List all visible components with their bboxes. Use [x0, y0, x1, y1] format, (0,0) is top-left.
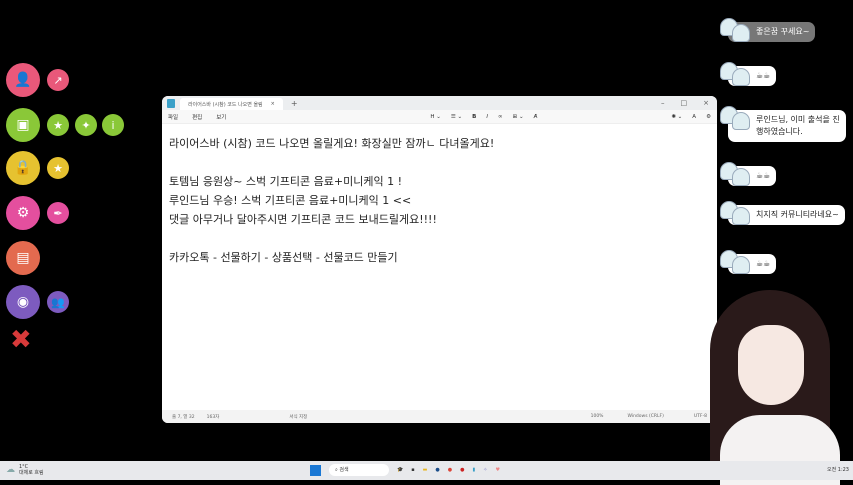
clock[interactable]: 오전 1:23 — [827, 466, 849, 473]
weather-desc: 대체로 흐림 — [19, 470, 44, 476]
chat-text: ☕☕ — [756, 171, 771, 180]
chat-message: 치지직 커뮤니티라네요~ — [720, 201, 845, 225]
chat-text: ☕☕ — [756, 71, 771, 80]
status-bar: 줄 7, 열 32 163자 서식 지정 100% Windows (CRLF)… — [162, 410, 717, 423]
cursor-position: 줄 7, 열 32 — [172, 414, 195, 420]
menu-view[interactable]: 보기 — [216, 113, 226, 121]
settings-icon[interactable]: ⚙ — [706, 114, 711, 120]
text-line: 라이어스바 (시참) 코드 나오면 올릴게요! 화장실만 잠까ㄴ 다녀올게요! — [169, 137, 495, 150]
app-icon[interactable]: 🎓 — [397, 467, 403, 473]
list-icon[interactable]: ☰ ⌄ — [451, 114, 462, 120]
app3-icon[interactable]: ✧ — [483, 467, 487, 473]
chat-text: 치지직 커뮤니티라네요~ — [756, 210, 839, 219]
line-ending[interactable]: Windows (CRLF) — [627, 414, 663, 419]
menu-file[interactable]: 파일 — [168, 113, 178, 121]
taskview-icon[interactable]: ▪ — [411, 467, 414, 473]
notepad-icon — [167, 98, 175, 108]
chat-message: ☕☕ — [720, 250, 777, 274]
copilot-icon[interactable]: ✺ ⌄ — [671, 114, 682, 120]
account-icon[interactable]: A — [692, 114, 696, 120]
star2-icon[interactable]: ★ — [47, 157, 69, 179]
lock-icon[interactable]: 🔒 — [6, 151, 40, 185]
search-box[interactable]: ⌕ 검색 — [329, 464, 389, 476]
text-line: 댓글 아무거나 달아주시면 기프티콘 코드 보내드릴게요!!!! — [169, 213, 437, 226]
image-icon[interactable]: ▣ — [6, 108, 40, 142]
format-status: 서식 지정 — [289, 414, 308, 420]
ghost-icon — [732, 207, 750, 225]
feather-icon[interactable]: ✒ — [47, 202, 69, 224]
group-icon[interactable]: 👥 — [47, 291, 69, 313]
ghost-icon — [732, 24, 750, 42]
chat-text: ☕☕ — [756, 259, 771, 268]
info-icon[interactable]: i — [102, 114, 124, 136]
chat-message: ☕☕ — [720, 162, 777, 186]
avatar-character — [690, 285, 853, 485]
chat-text: 좋은꿈 꾸세요~ — [756, 27, 810, 36]
chat-text: 루인드님, 이미 출석을 진행하였습니다. — [756, 115, 840, 136]
chat-message: 루인드님, 이미 출석을 진행하였습니다. — [720, 106, 846, 142]
text-line: 루인드님 우승! 스벅 기프티콘 음료+미니케익 1 << — [169, 194, 412, 207]
gear-icon[interactable]: ⚙ — [6, 196, 40, 230]
weather-widget[interactable]: ☁ 1°C 대체로 흐림 — [6, 464, 44, 476]
ghost-icon — [732, 68, 750, 86]
chat-message: ☕☕ — [720, 62, 777, 86]
app2-icon[interactable]: ● — [460, 467, 464, 473]
notepad-window: 라이어스바 (시참) 코드 나오면 올림 × + – □ × 파일 편집 보기 H ⌄… — [162, 96, 717, 423]
close-button[interactable]: × — [703, 99, 709, 107]
taskbar: ☁ 1°C 대체로 흐림 ⌕ 검색 🎓 ▪ ▬ ● ● ● ▮ ✧ ♥ 오전 1:23 — [0, 461, 853, 480]
heading-icon[interactable]: H ⌄ — [430, 114, 441, 120]
cloud-icon: ☁ — [6, 465, 15, 475]
table-icon[interactable]: ⊞ ⌄ — [513, 114, 524, 120]
app4-icon[interactable]: ♥ — [495, 467, 499, 473]
text-area[interactable]: 라이어스바 (시참) 코드 나오면 올릴게요! 화장실만 잠까ㄴ 다녀올게요! 토… — [162, 124, 717, 277]
sparkle-icon[interactable]: ✦ — [75, 114, 97, 136]
start-icon[interactable] — [310, 464, 321, 476]
clear-format-icon[interactable]: A̸ — [534, 114, 538, 120]
podcast-icon[interactable]: ◉ — [6, 285, 40, 319]
menu-bar: 파일 편집 보기 H ⌄ ☰ ⌄ B I ∞ ⊞ ⌄ A̸ ✺ ⌄ A ⚙ — [162, 110, 717, 124]
bold-icon[interactable]: B — [472, 114, 476, 120]
share-icon[interactable]: ↗ — [47, 69, 69, 91]
ghost-icon — [732, 256, 750, 274]
user-icon[interactable]: 👤 — [6, 63, 40, 97]
char-count: 163자 — [206, 414, 220, 420]
close-icon[interactable]: ✖ — [10, 325, 32, 355]
maximize-button[interactable]: □ — [681, 99, 688, 107]
chrome-icon[interactable]: ● — [448, 467, 452, 473]
search-label: 검색 — [339, 467, 349, 473]
star-icon[interactable]: ★ — [47, 114, 69, 136]
minimize-button[interactable]: – — [661, 99, 665, 107]
title-bar: 라이어스바 (시참) 코드 나오면 올림 × + – □ × — [162, 96, 717, 110]
italic-icon[interactable]: I — [486, 114, 488, 120]
tab-title: 라이어스바 (시참) 코드 나오면 올림 — [188, 101, 263, 108]
text-line: 카카오톡 - 선물하기 - 상품선택 - 선물코드 만들기 — [169, 251, 398, 264]
tab-document[interactable]: 라이어스바 (시참) 코드 나오면 올림 × — [180, 98, 283, 110]
ghost-icon — [732, 168, 750, 186]
zoom-level[interactable]: 100% — [591, 414, 604, 419]
menu-edit[interactable]: 편집 — [192, 113, 202, 121]
folder-icon[interactable]: ▬ — [423, 467, 428, 473]
document-icon[interactable]: ▤ — [6, 241, 40, 275]
new-tab-button[interactable]: + — [291, 99, 298, 108]
link-icon[interactable]: ∞ — [498, 114, 503, 120]
chat-message: 좋은꿈 꾸세요~ — [720, 18, 816, 42]
text-line — [169, 229, 710, 248]
text-line — [169, 153, 710, 172]
steam-icon[interactable]: ● — [435, 467, 439, 473]
text-line: 토템님 응원상~ 스벅 기프티콘 음료+미니케익 1 ! — [169, 175, 402, 188]
ghost-icon — [732, 112, 750, 130]
close-tab-icon[interactable]: × — [271, 101, 275, 107]
notepad-task-icon[interactable]: ▮ — [472, 467, 475, 473]
